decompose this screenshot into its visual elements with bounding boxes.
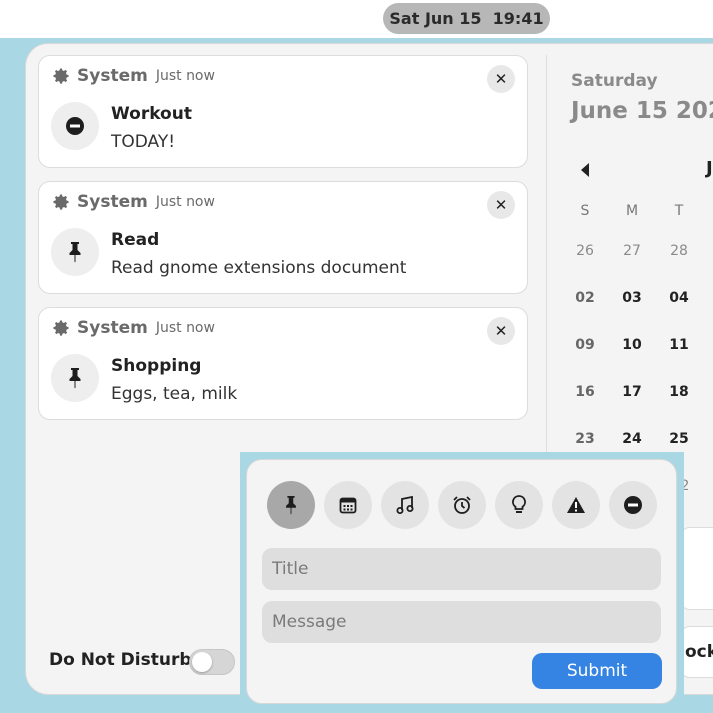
- notification-body: Eggs, tea, milk: [111, 384, 238, 404]
- gear-icon: [53, 68, 69, 84]
- music-icon[interactable]: [381, 481, 429, 529]
- pin-icon[interactable]: [267, 481, 315, 529]
- gear-icon: [53, 194, 69, 210]
- calendar-day[interactable]: 09: [570, 337, 600, 353]
- submit-button[interactable]: Submit: [532, 653, 662, 689]
- notification-title: Shopping: [111, 356, 202, 376]
- day-of-week-label: T: [674, 203, 684, 219]
- close-icon[interactable]: ✕: [487, 317, 515, 345]
- calendar-day[interactable]: 25: [664, 431, 694, 447]
- do-not-disturb-label: Do Not Disturb: [49, 650, 192, 670]
- calendar-day[interactable]: 10: [617, 337, 647, 353]
- notification-header: System Just now: [51, 318, 215, 338]
- notification-source: System: [77, 66, 148, 86]
- calendar-day[interactable]: 11: [664, 337, 694, 353]
- calendar-day[interactable]: 17: [617, 384, 647, 400]
- calendar-day[interactable]: 03: [617, 290, 647, 306]
- previous-month-icon[interactable]: [576, 160, 594, 180]
- notification-card[interactable]: System Just now ✕ Workout TODAY!: [38, 55, 528, 168]
- notification-time: Just now: [155, 320, 215, 336]
- notification-header: System Just now: [51, 192, 215, 212]
- message-input[interactable]: [262, 601, 661, 643]
- day-of-week-label: M: [625, 203, 639, 219]
- calendar-day[interactable]: 02: [570, 290, 600, 306]
- compose-notification-popup: Submit: [246, 459, 677, 704]
- notification-source: System: [77, 192, 148, 212]
- top-bar: Sat Jun 15 19:41: [0, 0, 713, 38]
- calendar-date[interactable]: June 15 2024: [571, 98, 713, 124]
- day-of-week-label: S: [580, 203, 590, 219]
- alarm-icon[interactable]: [438, 481, 486, 529]
- close-icon[interactable]: ✕: [487, 191, 515, 219]
- notification-card[interactable]: System Just now ✕ Read Read gnome extens…: [38, 181, 528, 294]
- do-not-disturb-icon: [51, 102, 99, 150]
- do-not-disturb-toggle[interactable]: [189, 649, 235, 675]
- warning-icon[interactable]: [552, 481, 600, 529]
- notification-title: Workout: [111, 104, 192, 124]
- notification-body: TODAY!: [111, 132, 176, 152]
- title-input[interactable]: [262, 548, 661, 590]
- notification-time: Just now: [155, 194, 215, 210]
- notification-card[interactable]: System Just now ✕ Shopping Eggs, tea, mi…: [38, 307, 528, 420]
- toggle-knob: [192, 652, 212, 672]
- world-clocks-label: ock: [685, 642, 713, 662]
- world-clocks-button[interactable]: ock: [680, 626, 713, 678]
- calendar-day[interactable]: 23: [570, 431, 600, 447]
- calendar-weekday: Saturday: [571, 71, 658, 91]
- close-icon[interactable]: ✕: [487, 65, 515, 93]
- calendar-day[interactable]: 16: [570, 384, 600, 400]
- notification-time: Just now: [155, 68, 215, 84]
- gear-icon: [53, 320, 69, 336]
- calendar-day[interactable]: 24: [617, 431, 647, 447]
- do-not-disturb-icon[interactable]: [609, 481, 657, 529]
- calendar-day[interactable]: 27: [617, 243, 647, 259]
- calendar-icon[interactable]: [324, 481, 372, 529]
- panel-divider: [546, 55, 547, 465]
- notification-title: Read: [111, 230, 160, 250]
- pin-icon: [51, 228, 99, 276]
- pin-icon: [51, 354, 99, 402]
- calendar-month-label: J: [706, 158, 713, 179]
- notification-header: System Just now: [51, 66, 215, 86]
- notification-body: Read gnome extensions document: [111, 258, 407, 278]
- clock-button[interactable]: Sat Jun 15 19:41: [383, 3, 550, 34]
- notification-source: System: [77, 318, 148, 338]
- calendar-day[interactable]: 28: [664, 243, 694, 259]
- lightbulb-icon[interactable]: [495, 481, 543, 529]
- events-section[interactable]: [680, 527, 713, 610]
- calendar-day[interactable]: 26: [570, 243, 600, 259]
- calendar-day[interactable]: 18: [664, 384, 694, 400]
- calendar-day[interactable]: 04: [664, 290, 694, 306]
